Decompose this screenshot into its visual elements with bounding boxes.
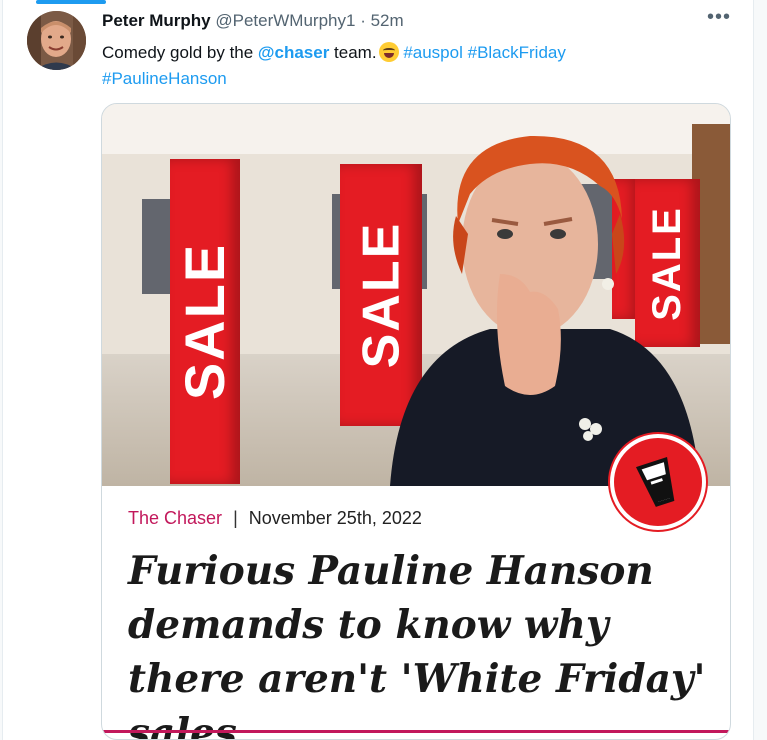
tweet-timestamp[interactable]: 52m	[371, 11, 404, 30]
person-figure	[390, 135, 700, 486]
hashtag-link[interactable]: #PaulineHanson	[102, 69, 227, 88]
cup-icon	[635, 456, 675, 507]
author-name[interactable]: Peter Murphy	[102, 11, 211, 30]
tweet-header: Peter Murphy @PeterWMurphy1 · 52m	[102, 11, 404, 31]
tweet-text-prefix: Comedy gold by the	[102, 43, 258, 62]
tweet-text: Comedy gold by the @chaser team. #auspol…	[102, 38, 702, 92]
article-meta: The Chaser | November 25th, 2022	[128, 508, 422, 529]
hashtag-link[interactable]: #auspol	[403, 43, 463, 62]
more-options-icon[interactable]: •••	[707, 6, 731, 29]
header-separator: ·	[360, 11, 366, 30]
timeline-frame: Peter Murphy @PeterWMurphy1 · 52m ••• Co…	[0, 0, 767, 740]
meta-divider: |	[233, 508, 238, 528]
link-card[interactable]: SALE SALE SALE The Chaser | November 25t…	[101, 103, 731, 740]
tweet[interactable]: Peter Murphy @PeterWMurphy1 · 52m ••• Co…	[2, 0, 754, 740]
avatar[interactable]	[27, 11, 86, 70]
sale-sign: SALE	[170, 159, 240, 484]
avatar-photo	[27, 11, 86, 70]
article-image[interactable]: SALE SALE SALE	[102, 104, 730, 530]
sale-sign-label: SALE	[173, 242, 237, 401]
publisher-name: The Chaser	[128, 508, 223, 528]
tweet-text-suffix: team.	[329, 43, 377, 62]
author-handle[interactable]: @PeterWMurphy1	[215, 11, 355, 30]
chaser-cup-logo-icon	[610, 434, 706, 530]
timeline-indicator	[36, 0, 106, 4]
mention-link[interactable]: @chaser	[258, 43, 329, 62]
face-with-tears-of-joy-icon	[378, 42, 399, 62]
article-headline[interactable]: Furious Pauline Hanson demands to know w…	[128, 544, 718, 739]
accent-rule	[102, 730, 730, 733]
hashtag-link[interactable]: #BlackFriday	[468, 43, 566, 62]
article-date: November 25th, 2022	[248, 508, 422, 528]
